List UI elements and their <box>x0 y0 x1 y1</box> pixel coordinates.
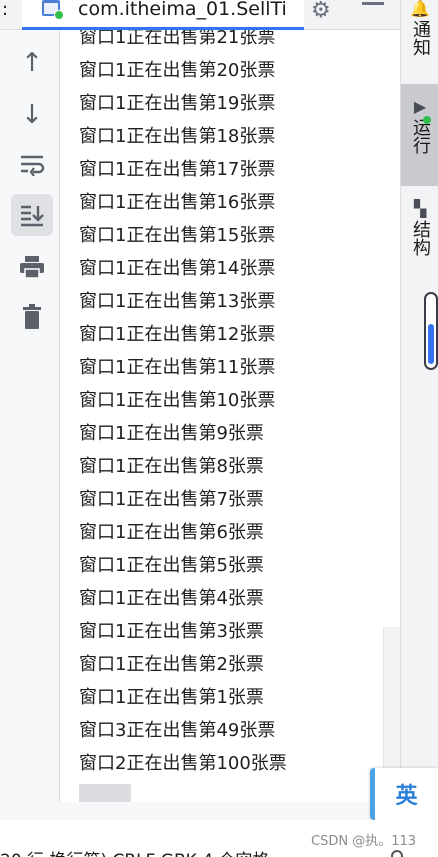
console-line: 窗口1正在出售第1张票 <box>79 687 264 708</box>
status-indicator-icon[interactable] <box>391 850 403 857</box>
console-output[interactable]: 窗口1正在出售第21张票 窗口1正在出售第20张票 窗口1正在出售第19张票 窗口1正… <box>60 30 400 802</box>
run-active-indicator-icon <box>423 116 431 124</box>
scroll-to-end-icon[interactable] <box>11 194 53 236</box>
console-line: 窗口1正在出售第15张票 <box>79 225 276 246</box>
console-line: 窗口1正在出售第6张票 <box>79 522 264 543</box>
console-line: 窗口1正在出售第9张票 <box>79 423 264 444</box>
run-icon: ▶ <box>413 97 427 116</box>
console-line: 窗口1正在出售第17张票 <box>79 159 276 180</box>
right-scroll-indicator[interactable] <box>424 292 438 370</box>
console-horizontal-scrollbar[interactable] <box>79 784 131 802</box>
run-config-tab[interactable]: com.itheima_01.SellTi <box>22 0 304 30</box>
console-line: 窗口1正在出售第16张票 <box>79 192 276 213</box>
console-line: 窗口1正在出售第2张票 <box>79 654 264 675</box>
ime-language-badge[interactable]: 英 <box>370 768 438 820</box>
console-line: 窗口1正在出售第5张票 <box>79 555 264 576</box>
tab-prefix: : <box>2 0 9 20</box>
gear-icon[interactable]: ⚙ <box>311 0 331 23</box>
console-line: 窗口1正在出售第13张票 <box>79 291 276 312</box>
status-text: 20 行 换行符) CRLF GBK 4 个空格 <box>0 846 269 857</box>
run-tool-button[interactable]: ▶ 运行 <box>401 84 438 186</box>
console-line: 窗口1正在出售第20张票 <box>79 60 276 81</box>
console-line: 窗口1正在出售第3张票 <box>79 621 264 642</box>
status-bar: CSDN @执。113 20 行 换行符) CRLF GBK 4 个空格 <box>0 820 438 857</box>
console-line: 窗口3正在出售第49张票 <box>79 720 276 741</box>
console-line: 窗口1正在出售第4张票 <box>79 588 264 609</box>
ime-label: 英 <box>395 784 418 809</box>
console-toolbar: ↑ ↓ <box>0 30 60 802</box>
structure-icon: ▚ <box>413 199 427 218</box>
structure-label: 结构 <box>410 220 431 256</box>
console-lines: 窗口1正在出售第21张票 窗口1正在出售第20张票 窗口1正在出售第19张票 窗口1正… <box>79 30 379 780</box>
arrow-up-icon[interactable]: ↑ <box>11 42 53 84</box>
console-line: 窗口1正在出售第11张票 <box>79 357 276 378</box>
minimize-icon[interactable] <box>362 2 384 5</box>
tab-label: com.itheima_01.SellTi <box>78 0 287 20</box>
console-line: 窗口1正在出售第10张票 <box>79 390 276 411</box>
tool-window-tabbar: : com.itheima_01.SellTi ⚙ <box>0 0 400 30</box>
console-line: 窗口2正在出售第100张票 <box>79 753 287 774</box>
trash-icon[interactable] <box>11 296 53 338</box>
console-line: 窗口1正在出售第12张票 <box>79 324 276 345</box>
scroll-thumb[interactable] <box>428 324 434 364</box>
console-line: 窗口1正在出售第8张票 <box>79 456 264 477</box>
notifications-label: 通知 <box>410 20 431 56</box>
watermark: CSDN @执。113 <box>311 834 417 849</box>
console-line: 窗口1正在出售第18张票 <box>79 126 276 147</box>
arrow-down-icon[interactable]: ↓ <box>11 94 53 136</box>
soft-wrap-icon[interactable] <box>11 144 53 186</box>
console-line: 窗口1正在出售第7张票 <box>79 489 264 510</box>
console-line: 窗口1正在出售第21张票 <box>79 30 276 48</box>
running-indicator-icon <box>54 10 64 20</box>
bell-icon: 🔔 <box>410 0 430 18</box>
console-line: 窗口1正在出售第14张票 <box>79 258 276 279</box>
right-tool-window-bar: 🔔 通知 ▶ 运行 ▚ 结构 <box>400 0 438 800</box>
notifications-tool-button[interactable]: 🔔 通知 <box>401 0 438 72</box>
print-icon[interactable] <box>11 246 53 288</box>
structure-tool-button[interactable]: ▚ 结构 <box>401 200 438 280</box>
console-line: 窗口1正在出售第19张票 <box>79 93 276 114</box>
